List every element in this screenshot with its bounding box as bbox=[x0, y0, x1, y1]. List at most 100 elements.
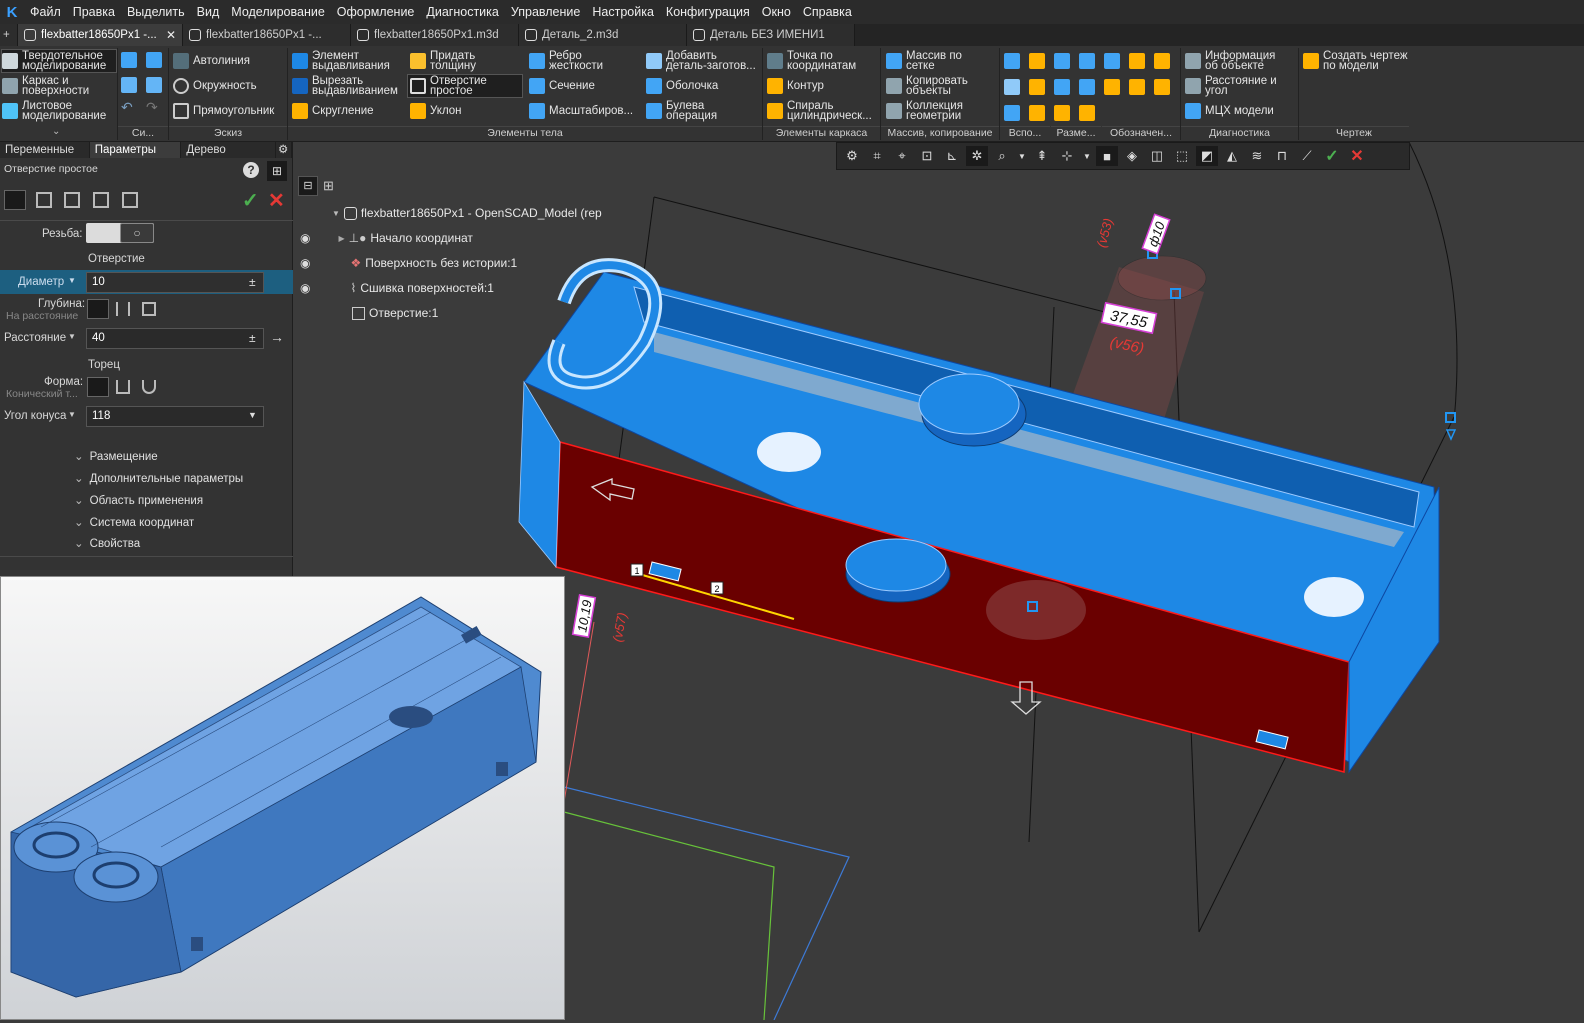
gear-icon[interactable]: ⚙ bbox=[276, 142, 292, 158]
tab-doc-1[interactable]: flexbatter18650Px1 -... ✕ bbox=[18, 24, 183, 46]
app-logo-icon[interactable]: K bbox=[0, 0, 24, 24]
hole-type-simple-icon[interactable] bbox=[4, 190, 26, 210]
diameter-label[interactable]: Диаметр bbox=[18, 276, 64, 288]
aux-tool-7[interactable] bbox=[1154, 52, 1176, 70]
group-label[interactable]: Элементы каркаса bbox=[763, 126, 880, 141]
cut-extrude-button[interactable]: Вырезать выдавливанием bbox=[292, 75, 404, 97]
chevron-down-icon[interactable]: ▼ bbox=[248, 410, 257, 420]
axes-icon[interactable]: ⊹ bbox=[1056, 146, 1078, 166]
aux-tool-8[interactable] bbox=[1004, 78, 1026, 96]
point-marker-2[interactable]: 2 bbox=[714, 584, 719, 594]
view-tool-icon[interactable]: ⌖ bbox=[891, 146, 913, 166]
aux-tool-18[interactable] bbox=[1079, 104, 1101, 122]
end-round-icon[interactable] bbox=[142, 380, 156, 394]
scale-button[interactable]: Масштабиров... bbox=[529, 102, 633, 120]
orient-icon[interactable]: ⇞ bbox=[1031, 146, 1053, 166]
add-blank-button[interactable]: Добавить деталь-заготов... bbox=[646, 50, 758, 72]
section-scope[interactable]: Область применения bbox=[74, 493, 203, 507]
end-conical-icon[interactable] bbox=[87, 377, 109, 397]
tab-doc-3[interactable]: flexbatter18650Px1.m3d bbox=[351, 24, 519, 46]
chevron-down-icon[interactable]: ▼ bbox=[332, 209, 340, 218]
geometry-collection-button[interactable]: Коллекция геометрии bbox=[886, 100, 976, 122]
tab-tree[interactable]: Дерево bbox=[181, 142, 277, 158]
zoom-icon[interactable]: ⌕ bbox=[991, 146, 1013, 166]
aux-tool-14[interactable] bbox=[1154, 78, 1176, 96]
print-button[interactable] bbox=[121, 77, 137, 93]
group-label[interactable]: Элементы тела bbox=[288, 126, 762, 141]
menu-settings[interactable]: Настройка bbox=[586, 0, 660, 24]
menu-window[interactable]: Окно bbox=[756, 0, 797, 24]
new-tab-button[interactable]: + bbox=[0, 24, 18, 46]
close-icon[interactable]: ✕ bbox=[166, 28, 176, 42]
aux-tool-6[interactable] bbox=[1129, 52, 1151, 70]
thread-toggle[interactable]: ○ bbox=[86, 223, 154, 243]
tree-icon[interactable]: ⊞ bbox=[267, 161, 287, 181]
section-button[interactable]: Сечение bbox=[529, 77, 595, 95]
chevron-down-icon[interactable]: ⌄ bbox=[52, 126, 60, 137]
ok-check-icon[interactable]: ✓ bbox=[1321, 146, 1343, 166]
aux-tool-12[interactable] bbox=[1104, 78, 1126, 96]
tree-root[interactable]: ▼ flexbatter18650Px1 - OpenSCAD_Model (r… bbox=[332, 206, 602, 220]
spiral-button[interactable]: Спираль цилиндрическ... bbox=[767, 100, 879, 122]
chevron-down-icon[interactable]: ▼ bbox=[68, 410, 76, 419]
shaded-cube-icon[interactable]: ■ bbox=[1096, 146, 1118, 166]
aux-tool-4[interactable] bbox=[1079, 52, 1101, 70]
aux-tool-15[interactable] bbox=[1004, 104, 1026, 122]
diameter-input[interactable]: 10 bbox=[86, 272, 264, 293]
save-button[interactable] bbox=[121, 52, 137, 68]
menu-edit[interactable]: Правка bbox=[67, 0, 121, 24]
eye-icon[interactable]: ◉ bbox=[300, 281, 310, 295]
aux-tool-16[interactable] bbox=[1029, 104, 1051, 122]
rectangle-button[interactable]: Прямоугольник bbox=[173, 102, 274, 120]
cancel-x-icon[interactable]: ✕ bbox=[1346, 146, 1368, 166]
menu-modeling[interactable]: Моделирование bbox=[225, 0, 331, 24]
chevron-down-icon[interactable]: ▼ bbox=[68, 332, 76, 341]
chevron-right-icon[interactable]: ▶ bbox=[338, 234, 344, 243]
mode-sheet-modeling[interactable]: Листовое моделирование bbox=[2, 100, 116, 122]
simple-hole-button[interactable]: Отверстие простое bbox=[407, 74, 523, 98]
tree-item-hole[interactable]: Отверстие:1 bbox=[352, 306, 438, 320]
section-extra-params[interactable]: Дополнительные параметры bbox=[74, 471, 244, 485]
tab-doc-5[interactable]: Деталь БЕЗ ИМЕНИ1 bbox=[687, 24, 855, 46]
view-tool-icon[interactable]: ⊡ bbox=[916, 146, 938, 166]
circle-button[interactable]: Окружность bbox=[173, 77, 257, 95]
tree-view-icon[interactable]: ⊟ bbox=[298, 176, 318, 196]
aux-tool-5[interactable] bbox=[1104, 52, 1126, 70]
aux-tool-3[interactable] bbox=[1054, 52, 1076, 70]
menu-file[interactable]: Файл bbox=[24, 0, 67, 24]
chevron-down-icon[interactable]: ▼ bbox=[68, 276, 76, 285]
hole-type-conical-icon[interactable] bbox=[122, 192, 138, 208]
ok-check-icon[interactable]: ✓ bbox=[242, 188, 259, 213]
extrude-button[interactable]: Элемент выдавливания bbox=[292, 50, 404, 72]
view-tool-icon[interactable]: ⊾ bbox=[941, 146, 963, 166]
view-settings-icon[interactable]: ⚙ bbox=[841, 146, 863, 166]
hole-type-counterbore-icon[interactable] bbox=[36, 192, 52, 208]
distance-angle-button[interactable]: Расстояние и угол bbox=[1185, 75, 1289, 97]
save-all-button[interactable] bbox=[146, 52, 162, 68]
aux-tool-2[interactable] bbox=[1029, 52, 1051, 70]
shell-button[interactable]: Оболочка bbox=[646, 77, 718, 95]
group-label[interactable]: Эскиз bbox=[169, 126, 287, 141]
menu-manage[interactable]: Управление bbox=[505, 0, 587, 24]
aux-tool-13[interactable] bbox=[1129, 78, 1151, 96]
tree-item-surface[interactable]: ◉ ❖ Поверхность без истории:1 bbox=[300, 256, 517, 270]
view-tool-icon[interactable]: ◫ bbox=[1146, 146, 1168, 166]
view-tool-icon[interactable]: ◭ bbox=[1221, 146, 1243, 166]
view-tool-icon[interactable]: ◩ bbox=[1196, 146, 1218, 166]
depth-through-icon[interactable] bbox=[116, 302, 130, 316]
cone-angle-label[interactable]: Угол конуса bbox=[4, 410, 66, 422]
group-label[interactable]: Диагностика bbox=[1181, 126, 1298, 141]
direction-arrow-icon[interactable]: → bbox=[270, 329, 284, 345]
eye-icon[interactable]: ◉ bbox=[300, 256, 310, 270]
plus-minus-icon[interactable]: ± bbox=[249, 331, 256, 345]
section-properties[interactable]: Свойства bbox=[74, 536, 141, 550]
hole-type-countersink-icon[interactable] bbox=[64, 192, 80, 208]
point-marker-1[interactable]: 1 bbox=[634, 566, 639, 576]
mode-frame-surfaces[interactable]: Каркас и поверхности bbox=[2, 75, 116, 97]
depth-to-object-icon[interactable] bbox=[142, 302, 156, 316]
end-flat-icon[interactable] bbox=[116, 380, 130, 394]
menu-format[interactable]: Оформление bbox=[331, 0, 421, 24]
aux-tool-10[interactable] bbox=[1054, 78, 1076, 96]
eye-icon[interactable]: ◉ bbox=[300, 231, 310, 245]
tab-doc-4[interactable]: Деталь_2.m3d bbox=[519, 24, 687, 46]
